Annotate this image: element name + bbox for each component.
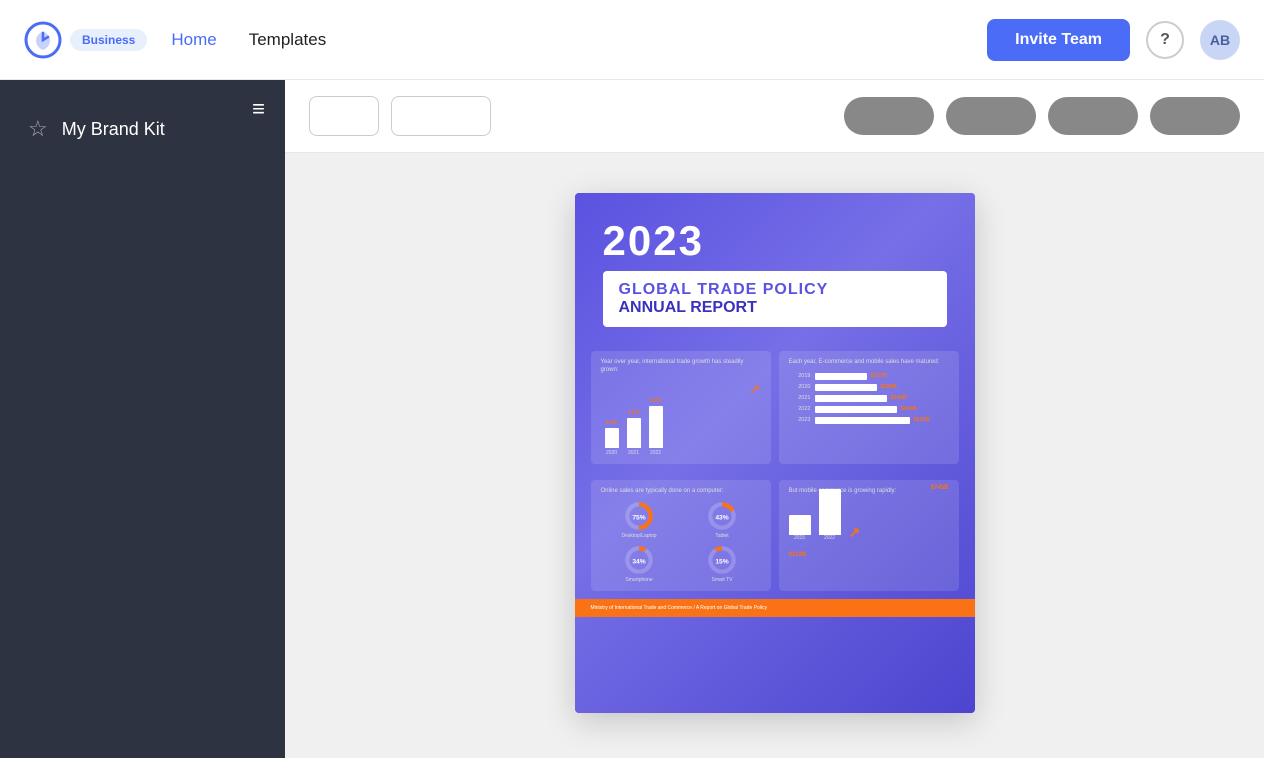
sidebar-brand-kit-label: My Brand Kit xyxy=(62,119,165,140)
donut-ring-smarttv: 15% xyxy=(707,545,737,575)
bar-yr-2020: 2020 xyxy=(606,450,617,456)
bar-row-2020: 2020 $280B xyxy=(789,384,949,391)
bar-yr-2021: 2021 xyxy=(628,450,639,456)
canvas-area: 2023 GLOBAL TRADE POLICY ANNUAL REPORT Y… xyxy=(285,153,1264,753)
mobile-chart-container: $745B 2015 2022 xyxy=(789,501,949,561)
avatar[interactable]: AB xyxy=(1200,20,1240,60)
doc-charts-row1: Year over year, international trade grow… xyxy=(575,343,975,464)
donut-smarttv: 15% Smart TV xyxy=(684,545,761,583)
sidebar: ≡ ☆ My Brand Kit xyxy=(0,80,285,758)
mb-year-2022: 2022 xyxy=(824,535,835,541)
main-layout: ≡ ☆ My Brand Kit 2023 xyxy=(0,80,1264,758)
svg-text:34%: 34% xyxy=(632,559,645,566)
toolbar-pill-1[interactable] xyxy=(844,97,934,135)
logo: Business xyxy=(24,21,147,59)
bar-yr-2022: 2022 xyxy=(650,450,661,456)
bar-col-2021: 3.7% 2021 xyxy=(627,410,641,456)
bar-row-2021: 2021 $340B xyxy=(789,395,949,402)
doc-charts-row2: Online sales are typically done on a com… xyxy=(575,472,975,592)
bar-col-2020: 2.5% 2020 xyxy=(605,420,619,456)
chart-donuts: Online sales are typically done on a com… xyxy=(591,480,771,592)
donut-smartphone: 34% Smartphone xyxy=(601,545,678,583)
bar-fill-2023 xyxy=(815,417,910,424)
bar-pct-2021: 3.7% xyxy=(628,410,639,416)
donut-label-tablet: Tablet xyxy=(715,533,728,539)
nav-templates[interactable]: Templates xyxy=(249,30,326,50)
donut-ring-smartphone: 34% xyxy=(624,545,654,575)
donut-ring-tablet: 43% xyxy=(707,501,737,531)
mobile-bars: 2015 2022 ↗ xyxy=(789,496,949,541)
doc-header: 2023 GLOBAL TRADE POLICY ANNUAL REPORT xyxy=(575,193,975,343)
bar-row-2022: 2022 $410B xyxy=(789,406,949,413)
sidebar-item-brand-kit[interactable]: ☆ My Brand Kit xyxy=(0,96,285,162)
toolbar-btn-2[interactable] xyxy=(391,96,491,136)
toolbar-row xyxy=(285,80,1264,153)
bar-fill-2021 xyxy=(815,395,887,402)
doc-footer: Ministry of International Trade and Comm… xyxy=(575,599,975,617)
donut-label-smarttv: Smart TV xyxy=(711,577,732,583)
bar-col-2022: 5.2% 2022 xyxy=(649,398,663,456)
content-area: 2023 GLOBAL TRADE POLICY ANNUAL REPORT Y… xyxy=(285,80,1264,758)
mb-bar-2015 xyxy=(789,515,811,535)
chart-ecommerce: Each year, E-commerce and mobile sales h… xyxy=(779,351,959,464)
bar-row-2019: 2019 $237B xyxy=(789,373,949,380)
mb-trend-arrow-icon: ↗ xyxy=(849,524,861,541)
document-preview: 2023 GLOBAL TRADE POLICY ANNUAL REPORT Y… xyxy=(575,193,975,713)
top-nav: Business Home Templates Invite Team ? AB xyxy=(0,0,1264,80)
doc-title-line1: GLOBAL TRADE POLICY xyxy=(619,281,931,299)
nav-home[interactable]: Home xyxy=(171,30,216,50)
menu-icon[interactable]: ≡ xyxy=(252,98,265,120)
toolbar-pill-2[interactable] xyxy=(946,97,1036,135)
chart-ecommerce-title: Each year, E-commerce and mobile sales h… xyxy=(789,359,949,367)
mb-arrow-container: ↗ xyxy=(849,520,861,541)
donut-label-desktop: Desktop/Laptop xyxy=(621,533,656,539)
chart-trade-growth: Year over year, international trade grow… xyxy=(591,351,771,464)
mb-col-2015: 2015 xyxy=(789,515,811,541)
doc-footer-text: Ministry of International Trade and Comm… xyxy=(591,605,959,611)
chart-trade-title: Year over year, international trade grow… xyxy=(601,359,761,375)
donut-tablet: 43% Tablet xyxy=(684,501,761,539)
doc-title-line2: ANNUAL REPORT xyxy=(619,299,931,317)
mobile-top-val: $745B xyxy=(789,476,949,494)
bar-pct-2020: 2.5% xyxy=(606,420,617,426)
mb-col-2022: 2022 xyxy=(819,489,841,541)
mb-bar-2022 xyxy=(819,489,841,535)
doc-title-box: GLOBAL TRADE POLICY ANNUAL REPORT xyxy=(603,271,947,327)
nav-links: Home Templates xyxy=(171,30,326,50)
nav-right: Invite Team ? AB xyxy=(987,19,1240,61)
invite-team-button[interactable]: Invite Team xyxy=(987,19,1130,61)
toolbar-btn-1[interactable] xyxy=(309,96,379,136)
bar-2021 xyxy=(627,418,641,448)
mobile-bottom-val: $133B xyxy=(789,543,949,561)
donut-chart-title: Online sales are typically done on a com… xyxy=(601,488,761,496)
mb-year-2015: 2015 xyxy=(794,535,805,541)
svg-text:43%: 43% xyxy=(715,515,728,522)
bar-pct-2022: 5.2% xyxy=(650,398,661,404)
bar-chart-horizontal: 2019 $237B 2020 $280B xyxy=(789,373,949,424)
doc-content: 2023 GLOBAL TRADE POLICY ANNUAL REPORT Y… xyxy=(575,193,975,617)
doc-year: 2023 xyxy=(603,217,947,265)
star-icon: ☆ xyxy=(28,116,48,142)
bar-fill-2022 xyxy=(815,406,897,413)
bar-fill-2019 xyxy=(815,373,867,380)
donut-grid: 75% Desktop/Laptop 43% xyxy=(601,501,761,583)
chart-mobile-commerce: But mobile commerce is growing rapidly: … xyxy=(779,480,959,592)
bar-row-2023: 2023 $530B xyxy=(789,417,949,424)
donut-label-smartphone: Smartphone xyxy=(625,577,652,583)
trend-arrow-icon: ↗ xyxy=(601,381,761,398)
bar-2022 xyxy=(649,406,663,448)
svg-text:15%: 15% xyxy=(715,559,728,566)
bar-fill-2020 xyxy=(815,384,877,391)
donut-desktop: 75% Desktop/Laptop xyxy=(601,501,678,539)
toolbar-pill-4[interactable] xyxy=(1150,97,1240,135)
help-button[interactable]: ? xyxy=(1146,21,1184,59)
nav-badge: Business xyxy=(70,29,147,51)
bar-2020 xyxy=(605,428,619,448)
svg-text:75%: 75% xyxy=(632,515,645,522)
toolbar-pill-3[interactable] xyxy=(1048,97,1138,135)
logo-icon xyxy=(24,21,62,59)
bar-chart-vertical: 2.5% 2020 3.7% 2021 5. xyxy=(601,406,761,456)
donut-ring-desktop: 75% xyxy=(624,501,654,531)
